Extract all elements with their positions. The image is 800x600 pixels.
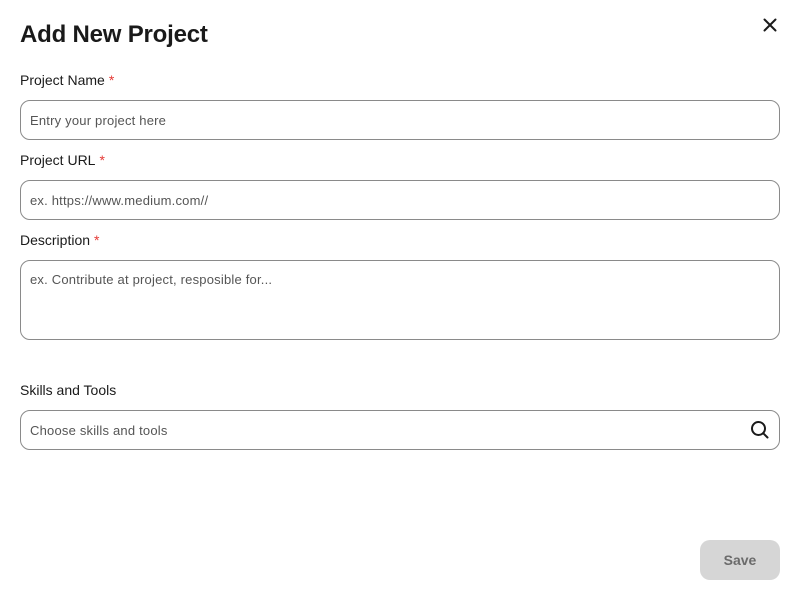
project-name-input[interactable] — [20, 100, 780, 140]
required-mark: * — [99, 152, 105, 168]
skills-label: Skills and Tools — [20, 380, 116, 400]
required-mark: * — [94, 232, 100, 248]
required-mark: * — [108, 72, 115, 88]
project-name-label: Project Name * — [20, 70, 114, 90]
description-textarea[interactable] — [20, 260, 780, 340]
project-url-label: Project URL * — [20, 150, 105, 170]
dialog-title: Add New Project — [20, 21, 208, 48]
skills-label-text: Skills and Tools — [20, 382, 117, 398]
save-button[interactable]: Save — [700, 540, 780, 580]
project-name-label-text: Project Name — [20, 72, 105, 88]
skills-search-field — [20, 410, 780, 450]
project-url-input[interactable] — [20, 180, 780, 220]
search-icon[interactable] — [750, 420, 770, 440]
project-url-label-text: Project URL — [20, 152, 96, 168]
close-button[interactable] — [758, 13, 782, 37]
add-project-dialog: Add New Project Project Name* Project UR… — [0, 0, 800, 600]
description-label-text: Description — [20, 232, 91, 248]
skills-input[interactable] — [20, 410, 780, 450]
description-label: Description * — [20, 230, 99, 250]
close-icon — [763, 18, 777, 32]
